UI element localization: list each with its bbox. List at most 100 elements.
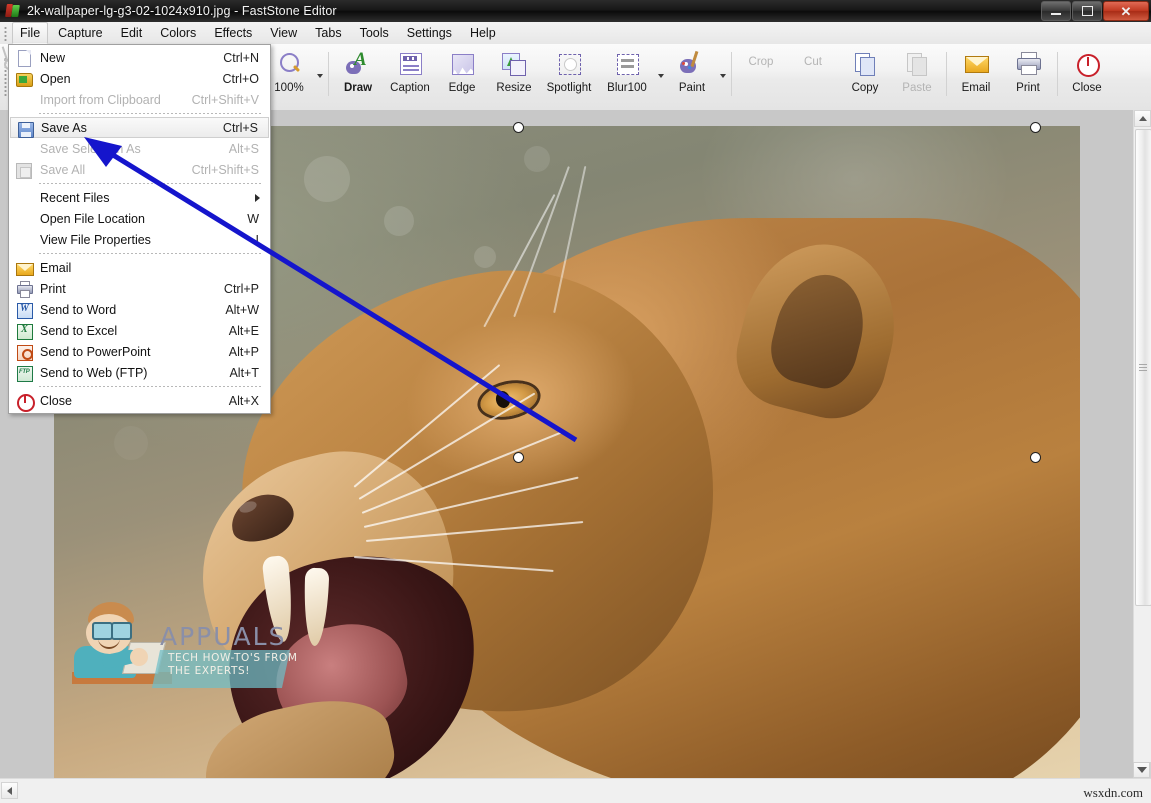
- menu-help[interactable]: Help: [462, 22, 504, 44]
- menu-item-print[interactable]: Print Ctrl+P: [10, 278, 269, 299]
- toolbar-paint-button[interactable]: Paint: [666, 46, 718, 106]
- toolbar-spotlight-button[interactable]: Spotlight: [540, 46, 598, 106]
- edge-icon: [449, 51, 475, 77]
- menu-item-recent-files[interactable]: Recent Files: [10, 187, 269, 208]
- menu-item-open-file-location[interactable]: Open File Location W: [10, 208, 269, 229]
- toolbar-separator-2: [731, 52, 732, 96]
- toolbar-separator-4: [1057, 52, 1058, 96]
- copy-icon: [852, 51, 878, 77]
- menu-item-save-all: Save All Ctrl+Shift+S: [10, 159, 269, 180]
- save-all-icon: [16, 162, 32, 179]
- powerpoint-icon: [16, 344, 33, 361]
- toolbar-close-button[interactable]: Close: [1061, 46, 1113, 106]
- window-controls: ✕: [1040, 1, 1149, 21]
- email-envelope-icon: [16, 260, 34, 276]
- menu-item-send-to-powerpoint[interactable]: Send to PowerPoint Alt+P: [10, 341, 269, 362]
- menu-item-send-to-web-ftp[interactable]: Send to Web (FTP) Alt+T: [10, 362, 269, 383]
- menu-view[interactable]: View: [262, 22, 305, 44]
- window-title: 2k-wallpaper-lg-g3-02-1024x910.jpg - Fas…: [27, 4, 337, 18]
- submenu-arrow-icon: [255, 194, 260, 202]
- toolbar-blur-button[interactable]: Blur100: [598, 46, 656, 106]
- paste-icon: [904, 51, 930, 77]
- menu-separator-1: [39, 113, 262, 114]
- toolbar-crop-button[interactable]: Crop: [4, 46, 787, 106]
- open-folder-icon: [16, 71, 33, 87]
- selection-handle-left-middle[interactable]: [513, 452, 524, 463]
- toolbar-copy-button[interactable]: Copy: [839, 46, 891, 106]
- title-bar: 2k-wallpaper-lg-g3-02-1024x910.jpg - Fas…: [0, 0, 1151, 22]
- printer-icon: [1015, 51, 1041, 77]
- vertical-scroll-thumb[interactable]: [1135, 129, 1151, 606]
- toolbar-caption-button[interactable]: Caption: [384, 46, 436, 106]
- menu-effects[interactable]: Effects: [206, 22, 260, 44]
- toolbar-paste-button[interactable]: Paste: [891, 46, 943, 106]
- toolbar-email-button[interactable]: Email: [950, 46, 1002, 106]
- menu-bar: File Capture Edit Colors Effects View Ta…: [0, 22, 1151, 45]
- menu-separator-2: [39, 183, 262, 184]
- email-envelope-icon: [963, 51, 989, 77]
- paint-icon: [679, 50, 705, 77]
- watermark-brand: APPUALS: [160, 622, 287, 651]
- menu-edit[interactable]: Edit: [113, 22, 151, 44]
- menu-item-save-selection-as: Save Selection As Alt+S: [40, 141, 259, 156]
- toolbar-print-button[interactable]: Print: [1002, 46, 1054, 106]
- menu-tabs[interactable]: Tabs: [307, 22, 349, 44]
- toolbar-separator-3: [946, 52, 947, 96]
- menu-file[interactable]: File: [12, 22, 49, 44]
- toolbar-resize-button[interactable]: Resize: [488, 46, 540, 106]
- spotlight-icon: [556, 51, 582, 77]
- new-document-icon: [16, 50, 32, 67]
- menu-item-open[interactable]: Open Ctrl+O: [10, 68, 269, 89]
- blur-dropdown-caret-icon[interactable]: [656, 46, 666, 106]
- horizontal-scrollbar[interactable]: [0, 778, 1151, 803]
- save-disk-icon: [17, 121, 34, 138]
- zoom-dropdown-caret-icon[interactable]: [315, 46, 325, 106]
- selection-handle-top-right[interactable]: [1030, 122, 1041, 133]
- menu-item-send-to-word[interactable]: Send to Word Alt+W: [10, 299, 269, 320]
- menu-item-close[interactable]: Close Alt+X: [10, 390, 269, 412]
- scroll-corner-button[interactable]: [1133, 762, 1150, 778]
- paint-dropdown-caret-icon[interactable]: [718, 46, 728, 106]
- power-close-icon: [16, 393, 35, 412]
- menu-settings[interactable]: Settings: [399, 22, 460, 44]
- ftp-icon: [16, 365, 33, 382]
- selection-handle-right-middle[interactable]: [1030, 452, 1041, 463]
- minimize-button[interactable]: [1041, 1, 1071, 21]
- resize-icon: [501, 51, 527, 77]
- watermark-character-icon: [72, 602, 172, 684]
- menu-item-import-from-clipboard: Import from Clipboard Ctrl+Shift+V: [40, 92, 259, 107]
- scroll-left-arrow-icon[interactable]: [1, 782, 18, 799]
- appuals-watermark: APPUALS TECH HOW-TO'S FROM THE EXPERTS!: [60, 596, 297, 696]
- toolbar-separator: [328, 52, 329, 96]
- caption-icon: [397, 51, 423, 77]
- scroll-up-arrow-icon[interactable]: [1134, 110, 1151, 127]
- close-button[interactable]: ✕: [1103, 1, 1149, 21]
- menubar-grip-icon: [2, 25, 10, 41]
- menu-item-send-to-excel[interactable]: Send to Excel Alt+E: [10, 320, 269, 341]
- power-close-icon: [1074, 51, 1100, 77]
- word-icon: [16, 302, 33, 319]
- toolbar-cut-button[interactable]: Cut: [1, 46, 839, 106]
- file-menu-dropdown[interactable]: New Ctrl+N Open Ctrl+O Import from Clipb…: [8, 44, 271, 414]
- faststone-icon: [5, 3, 21, 19]
- menu-separator-4: [39, 386, 262, 387]
- vertical-scrollbar[interactable]: [1133, 110, 1151, 779]
- menu-item-email[interactable]: Email: [10, 257, 269, 278]
- toolbar-edge-button[interactable]: Edge: [436, 46, 488, 106]
- menu-colors[interactable]: Colors: [152, 22, 204, 44]
- menu-tools[interactable]: Tools: [352, 22, 397, 44]
- draw-palette-icon: A: [345, 50, 371, 77]
- maximize-button[interactable]: [1072, 1, 1102, 21]
- menu-capture[interactable]: Capture: [50, 22, 110, 44]
- menu-item-save-as[interactable]: Save As Ctrl+S: [10, 117, 269, 138]
- menu-separator-3: [39, 253, 262, 254]
- menu-item-new[interactable]: New Ctrl+N: [10, 47, 269, 68]
- watermark-tagline: TECH HOW-TO'S FROM THE EXPERTS!: [168, 652, 298, 677]
- faststone-editor-window: 2k-wallpaper-lg-g3-02-1024x910.jpg - Fas…: [0, 0, 1151, 803]
- excel-icon: [16, 323, 33, 340]
- toolbar-draw-button[interactable]: A Draw: [332, 46, 384, 106]
- selection-handle-top-left[interactable]: [513, 122, 524, 133]
- printer-icon: [16, 281, 33, 298]
- site-watermark: wsxdn.com: [1083, 785, 1143, 800]
- menu-item-view-file-properties[interactable]: View File Properties I: [10, 229, 269, 250]
